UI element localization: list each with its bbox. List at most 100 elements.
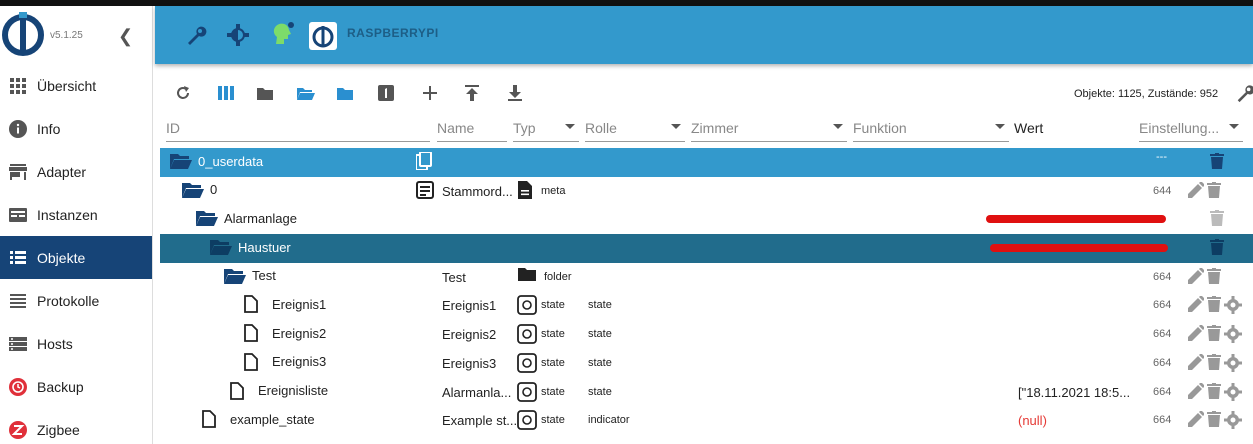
nav-item-hosts[interactable]: Hosts [0, 322, 152, 365]
delete-icon[interactable] [1207, 296, 1221, 313]
table-row[interactable]: example_state Example st... state indica… [160, 406, 1253, 435]
nav-item-uebersicht[interactable]: Übersicht [0, 64, 152, 107]
description-icon [416, 180, 434, 199]
file-outline-icon [230, 381, 252, 400]
edit-icon[interactable] [1188, 296, 1204, 313]
id-filter-input[interactable]: ID [166, 114, 430, 142]
gear-icon[interactable] [1224, 296, 1242, 315]
expert-mode-icon[interactable] [269, 22, 295, 48]
edit-icon[interactable] [1188, 353, 1204, 370]
object-stats: Objekte: 1125, Zustände: 952 [1074, 88, 1219, 100]
store-icon [9, 163, 27, 181]
room-filter-select[interactable]: Zimmer [691, 114, 847, 142]
table-row[interactable]: 0 Stammord... meta 644 [160, 177, 1253, 206]
nav-label: Zigbee [37, 421, 80, 438]
chevron-down-icon [565, 124, 575, 129]
state-icon [517, 295, 537, 316]
nav-item-zigbee[interactable]: Zigbee [0, 408, 152, 444]
delete-icon[interactable] [1207, 325, 1221, 342]
delete-icon[interactable] [1210, 210, 1224, 227]
delete-icon[interactable] [1210, 239, 1224, 256]
settings-filter-select[interactable]: Einstellung... [1139, 114, 1243, 142]
table-row[interactable]: Ereignis1 Ereignis1 state state 664 [160, 291, 1253, 320]
refresh-icon[interactable] [170, 80, 196, 106]
copy-icon[interactable] [416, 152, 432, 170]
table-row[interactable]: Alarmanlage [160, 205, 1253, 234]
edit-icon[interactable] [1188, 382, 1204, 399]
row-name-value: Test [442, 269, 466, 285]
row-actions [1210, 153, 1224, 169]
nav-item-adapter[interactable]: Adapter [0, 150, 152, 193]
download-icon[interactable] [502, 80, 528, 106]
sidebar: v5.1.25 ❮ Übersicht Info Adapter Instanz… [0, 6, 153, 444]
add-icon[interactable] [417, 80, 443, 106]
table-row[interactable]: 0_userdata --- [160, 148, 1253, 177]
delete-icon[interactable] [1207, 411, 1221, 428]
gear-icon[interactable] [1224, 325, 1242, 344]
nav-label: Objekte [37, 249, 86, 266]
gear-icon[interactable] [1224, 411, 1242, 430]
row-value[interactable]: ["18.11.2021 18:5... [1018, 385, 1130, 400]
type-filter-select[interactable]: Typ [513, 114, 579, 142]
nav-item-objekte[interactable]: Objekte [0, 236, 152, 279]
row-name-value: Alarmanla... [442, 384, 512, 400]
edit-icon[interactable] [1188, 181, 1204, 198]
row-name: Ereignisliste [230, 381, 329, 400]
wrench-icon[interactable] [183, 22, 209, 48]
table-row[interactable]: Ereignisliste Alarmanla... state state [… [160, 378, 1253, 407]
folder-closed-icon[interactable] [332, 80, 358, 106]
filter-row: ID Name Typ Rolle Zimmer Funktion Wert E… [160, 114, 1253, 144]
gear-icon[interactable] [1224, 353, 1242, 372]
upload-icon[interactable] [459, 80, 485, 106]
edit-icon[interactable] [1188, 411, 1204, 428]
collapse-sidebar-button[interactable]: ❮ [118, 26, 133, 47]
expand-level-icon[interactable] [373, 80, 399, 106]
folder-icon[interactable] [252, 80, 278, 106]
row-type: state [541, 328, 565, 341]
delete-icon[interactable] [1210, 153, 1224, 169]
role-filter-select[interactable]: Rolle [585, 114, 685, 142]
nav-item-instanzen[interactable]: Instanzen [0, 193, 152, 236]
row-value[interactable]: (null) [1018, 413, 1047, 428]
function-filter-select[interactable]: Funktion [853, 114, 1009, 142]
table-row[interactable]: Ereignis3 Ereignis3 state state 664 [160, 349, 1253, 378]
columns-icon[interactable] [213, 80, 239, 106]
file-outline-icon [244, 324, 266, 343]
settings-wrench-icon[interactable] [1232, 80, 1253, 106]
nav-item-protokolle[interactable]: Protokolle [0, 279, 152, 322]
row-role: state [588, 299, 612, 312]
row-label: Ereignis3 [272, 354, 327, 370]
table-row[interactable]: Haustuer [160, 234, 1253, 263]
delete-icon[interactable] [1207, 353, 1221, 370]
nav-item-info[interactable]: Info [0, 107, 152, 150]
row-label: 0 [210, 182, 218, 198]
nav-item-backup[interactable]: Backup [0, 365, 152, 408]
folder-open-icon[interactable] [293, 80, 319, 106]
row-label: Ereignisliste [258, 383, 329, 398]
state-icon [517, 324, 537, 345]
edit-icon[interactable] [1188, 267, 1204, 284]
file-outline-icon [202, 410, 224, 429]
host-logo-icon [309, 22, 337, 50]
table-row[interactable]: Test Test folder 664 [160, 263, 1253, 292]
gear-icon[interactable] [1224, 382, 1242, 401]
table-row[interactable]: Ereignis2 Ereignis2 state state 664 [160, 320, 1253, 349]
row-role: state [588, 385, 612, 398]
row-name-value: Ereignis3 [442, 355, 497, 371]
role-filter-label: Rolle [585, 120, 617, 136]
row-type: state [541, 299, 565, 312]
backup-icon [9, 377, 27, 396]
file-outline-icon [244, 295, 266, 314]
edit-icon[interactable] [1188, 325, 1204, 342]
delete-icon[interactable] [1207, 382, 1221, 399]
row-acl: 664 [1153, 385, 1172, 398]
row-actions [1188, 382, 1242, 401]
theme-toggle-icon[interactable] [225, 22, 251, 48]
objects-toolbar: Objekte: 1125, Zustände: 952 [160, 80, 1253, 106]
row-name: 0_userdata [170, 152, 263, 170]
hostname-label: RASPBERRYPI [347, 26, 439, 40]
delete-icon[interactable] [1207, 267, 1221, 284]
delete-icon[interactable] [1207, 181, 1221, 198]
name-filter-input[interactable]: Name [437, 114, 507, 142]
row-label: example_state [230, 411, 315, 427]
